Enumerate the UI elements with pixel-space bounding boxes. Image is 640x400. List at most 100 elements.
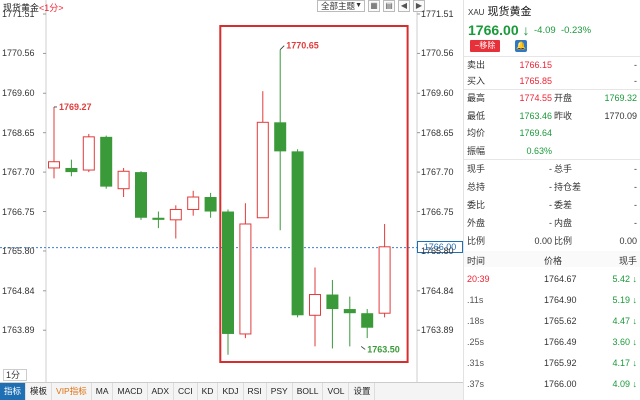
y-axis-label-right: 1770.56 — [421, 48, 454, 59]
stat-l1: 最低 — [467, 110, 486, 121]
stat-row: 振幅 0.63% — [464, 142, 640, 160]
candle-body-down — [274, 122, 287, 152]
stat-l1: 均价 — [467, 128, 486, 138]
y-axis-label-right: 1763.89 — [421, 325, 454, 336]
tab-指标[interactable]: 指标 — [0, 383, 27, 400]
stat-l2: 昨收 — [554, 110, 573, 121]
stat-l2: 开盘 — [554, 93, 573, 103]
high-annotation-leader — [279, 45, 285, 50]
remove-label: 移除 — [479, 41, 496, 50]
tick-time: .31s — [467, 358, 485, 368]
down-arrow-icon: ↓ — [522, 22, 530, 38]
quote-name: 现货黄金 — [487, 6, 532, 18]
volume-stat-v2: - — [634, 218, 637, 228]
y-axis-label-left: 1769.60 — [2, 88, 35, 99]
tab-kd[interactable]: KD — [198, 383, 219, 400]
volume-stat-v1: 0.00 — [534, 236, 552, 246]
bell-icon[interactable]: 🔔 — [515, 40, 527, 52]
ticks-header-time: 时间 — [467, 256, 486, 266]
candle-body-up — [378, 246, 391, 314]
tab-psy[interactable]: PSY — [267, 383, 293, 400]
volume-stat-l2: 内盘 — [554, 218, 573, 228]
y-axis-label-left: 1771.51 — [2, 9, 35, 19]
candle-body-down — [291, 151, 304, 316]
buy-row: 买入 1765.85 - — [464, 72, 640, 90]
prev-icon[interactable]: ◀ — [398, 0, 410, 12]
volume-stat-v2: - — [634, 200, 637, 210]
candle-body-up — [187, 196, 200, 210]
volume-stat-row: 委比 - 委差 - — [464, 196, 640, 214]
stat-v1: 0.63% — [526, 145, 552, 156]
theme-select[interactable]: 全部主题 ▼ — [317, 0, 365, 12]
volume-stat-row: 外盘 - 内盘 - — [464, 214, 640, 232]
low-annotation-leader — [360, 346, 366, 350]
y-axis-label-left: 1770.56 — [2, 48, 35, 59]
volume-stat-l2: 持仓差 — [554, 182, 582, 192]
stat-row: 最低 1763.46 昨收 1770.09 — [464, 107, 640, 125]
period-tag-text: 1分 — [44, 3, 59, 13]
tick-price: 1765.92 — [544, 358, 577, 368]
tab-cci[interactable]: CCI — [174, 383, 198, 400]
tab-adx[interactable]: ADX — [148, 383, 174, 400]
tab-设置[interactable]: 设置 — [349, 383, 376, 400]
volume-stat-v2: 0.00 — [619, 236, 637, 246]
candle-body-up — [169, 208, 182, 221]
candle-body-down — [343, 309, 356, 314]
buy-extra: - — [634, 76, 637, 86]
tick-price: 1764.67 — [544, 274, 577, 284]
chart-toolbar: 现货黄金<1分> 全部主题 ▼ ▦ ▤ ◀ ▶ — [0, 0, 463, 14]
tick-price: 1766.49 — [544, 337, 577, 347]
tab-kdj[interactable]: KDJ — [218, 383, 244, 400]
tab-模板[interactable]: 模板 — [26, 383, 53, 400]
period-selector[interactable]: 1分▲ — [3, 369, 27, 390]
volume-stat-row: 现手 - 总手 - — [464, 160, 640, 178]
buy-value: 1765.85 — [519, 76, 552, 86]
kline-chart[interactable]: 1770.65 1763.50 1769.27 现货黄金<1分> 全部主题 ▼ ▦ … — [0, 0, 463, 400]
quote-panel: XAU 现货黄金 1766.00 ↓ -4.09 -0.23% −移除 🔔 卖出… — [463, 0, 640, 400]
candle-body-down — [204, 197, 217, 212]
volume-stat-l2: 比例 — [554, 236, 573, 246]
tick-volume: 4.17 ↓ — [612, 358, 637, 368]
volume-stat-l1: 委比 — [467, 200, 486, 210]
y-axis-label-right: 1764.84 — [421, 285, 454, 296]
tick-time: .37s — [467, 379, 485, 389]
volume-stat-l2: 总手 — [554, 164, 573, 174]
tick-volume: 4.47 ↓ — [612, 316, 637, 326]
last-price: 1766.00 ↓ — [468, 22, 530, 38]
grid-icon[interactable]: ▦ — [368, 0, 380, 12]
tick-row: .31s 1765.92 4.17 ↓ — [464, 354, 640, 372]
tab-vip指标[interactable]: VIP指标 — [52, 383, 92, 400]
volume-stat-row: 总持 - 持仓差 - — [464, 178, 640, 196]
volume-stat-v1: - — [549, 164, 552, 174]
tick-time: .18s — [467, 316, 485, 326]
volume-stat-v1: - — [549, 200, 552, 210]
tick-price: 1764.90 — [544, 295, 577, 305]
last-price-value: 1766.00 — [468, 22, 519, 38]
tick-time: 20:39 — [467, 274, 490, 284]
stat-v1: 1774.55 — [519, 93, 552, 103]
tick-row: 20:39 1764.67 5.42 ↓ — [464, 270, 640, 288]
y-axis-label-right: 1766.75 — [421, 206, 454, 217]
candle-body-down — [100, 136, 113, 187]
remove-watchlist-button[interactable]: −移除 — [470, 40, 500, 52]
ticks-header: 时间 价格 现手 — [464, 251, 640, 267]
candlestick-svg: 1770.65 1763.50 1769.27 — [0, 0, 463, 382]
layout-icon[interactable]: ▤ — [383, 0, 395, 12]
tab-rsi[interactable]: RSI — [244, 383, 267, 400]
tab-boll[interactable]: BOLL — [293, 383, 324, 400]
candle-body-up — [309, 294, 321, 316]
change-value: -4.09 — [534, 25, 556, 36]
tick-volume: 4.09 ↓ — [612, 379, 637, 389]
tab-ma[interactable]: MA — [92, 383, 114, 400]
period-selector-value: 1分 — [6, 370, 21, 380]
y-axis-label-right: 1771.51 — [421, 9, 454, 19]
tab-vol[interactable]: VOL — [323, 383, 350, 400]
volume-stat-l1: 总持 — [467, 182, 486, 192]
theme-select-value: 全部主题 — [321, 1, 356, 11]
y-axis-label-right: 1765.80 — [421, 245, 454, 256]
volume-stat-l1: 外盘 — [467, 218, 486, 228]
tick-time: .11s — [467, 295, 484, 305]
tab-macd[interactable]: MACD — [113, 383, 148, 400]
stat-row: 最高 1774.55 开盘 1769.32 — [464, 89, 640, 107]
candle-body-down — [152, 217, 165, 220]
